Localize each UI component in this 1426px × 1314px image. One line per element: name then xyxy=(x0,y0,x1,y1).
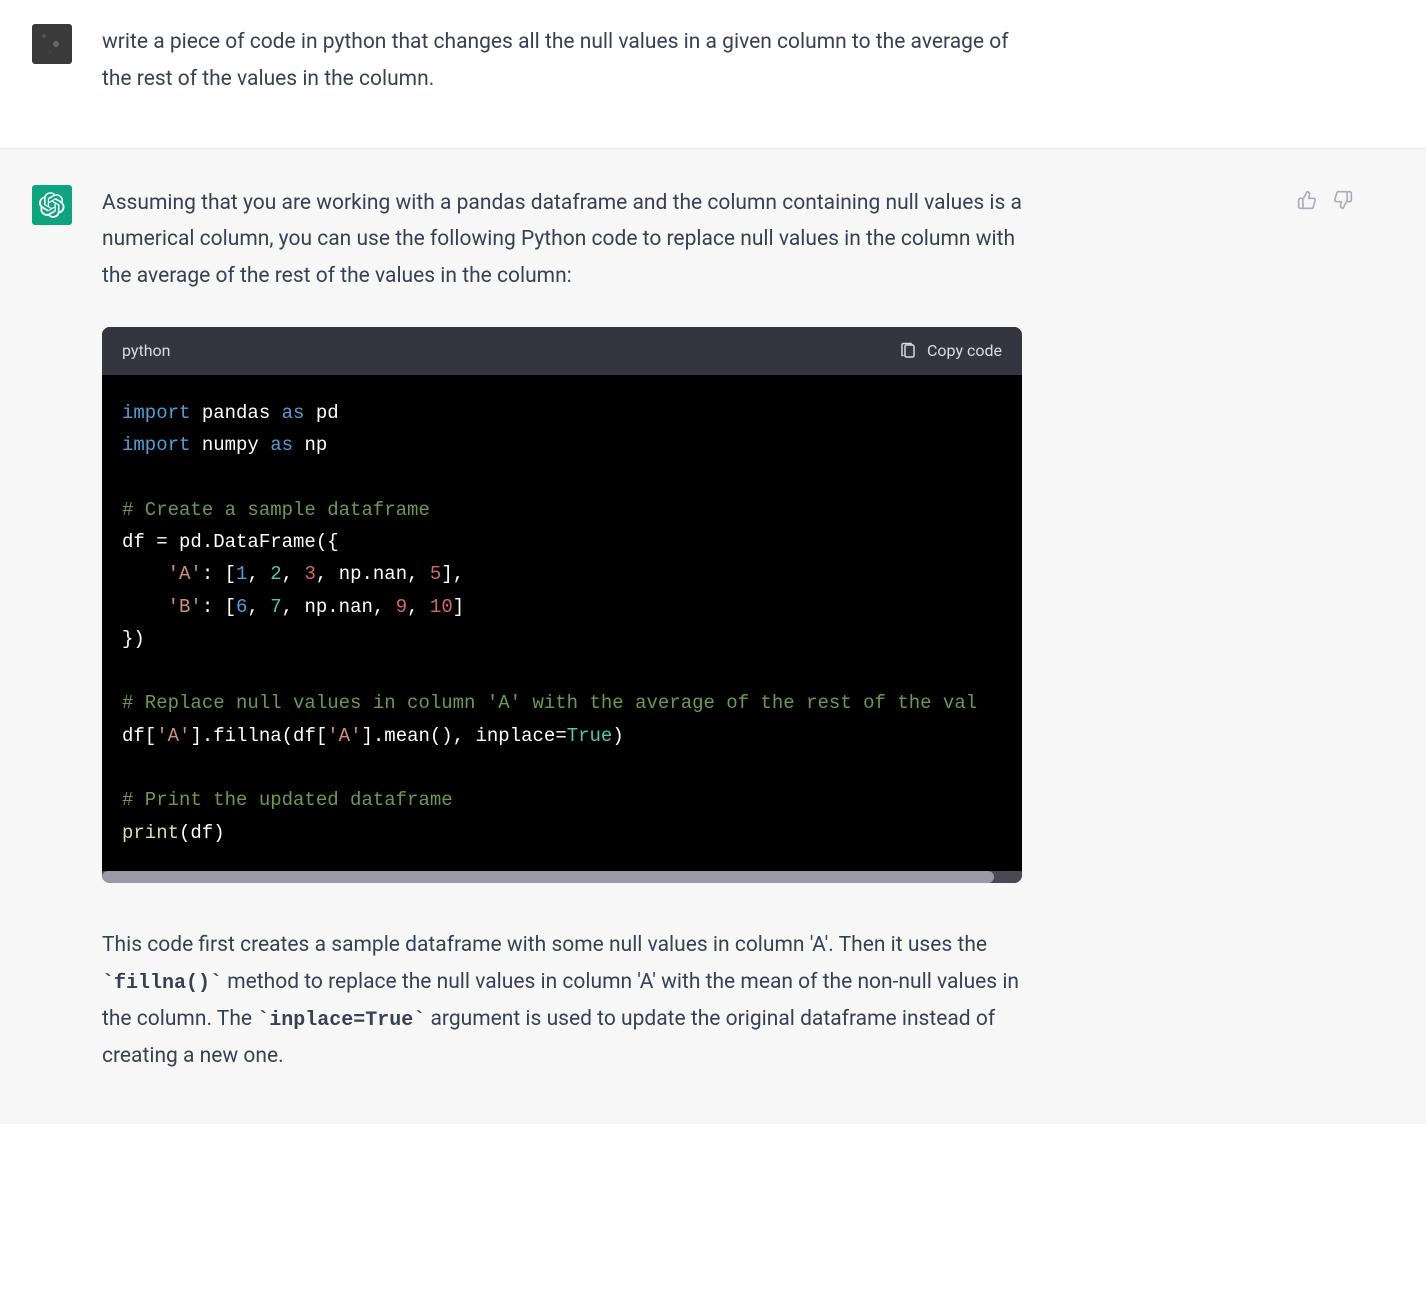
assistant-avatar xyxy=(32,185,72,225)
thumbs-up-button[interactable] xyxy=(1296,189,1318,211)
assistant-intro-text: Assuming that you are working with a pan… xyxy=(102,185,1022,295)
copy-code-label: Copy code xyxy=(927,337,1002,365)
code-scrollbar-thumb[interactable] xyxy=(102,871,994,883)
code-scrollbar[interactable] xyxy=(102,871,1022,883)
copy-code-button[interactable]: Copy code xyxy=(899,337,1002,365)
assistant-content: Assuming that you are working with a pan… xyxy=(102,185,1022,1075)
code-block: python Copy code import pandas as pd imp… xyxy=(102,327,1022,883)
code-header: python Copy code xyxy=(102,327,1022,375)
assistant-message: Assuming that you are working with a pan… xyxy=(0,149,1426,1125)
user-avatar xyxy=(32,24,72,64)
thumbs-up-icon xyxy=(1297,190,1317,210)
thumbs-down-icon xyxy=(1333,190,1353,210)
user-message: write a piece of code in python that cha… xyxy=(0,0,1426,149)
feedback-controls xyxy=(1296,185,1394,1075)
inline-code-inplace: `inplace=True` xyxy=(257,1009,425,1032)
user-message-text: write a piece of code in python that cha… xyxy=(102,24,1022,98)
code-body[interactable]: import pandas as pd import numpy as np #… xyxy=(102,375,1022,873)
openai-logo-icon xyxy=(39,192,65,218)
clipboard-icon xyxy=(899,342,917,360)
thumbs-down-button[interactable] xyxy=(1332,189,1354,211)
code-language-label: python xyxy=(122,337,170,365)
inline-code-fillna: `fillna()` xyxy=(102,972,222,995)
code-content: import pandas as pd import numpy as np #… xyxy=(102,397,1022,865)
assistant-outro-text: This code first creates a sample datafra… xyxy=(102,927,1022,1075)
